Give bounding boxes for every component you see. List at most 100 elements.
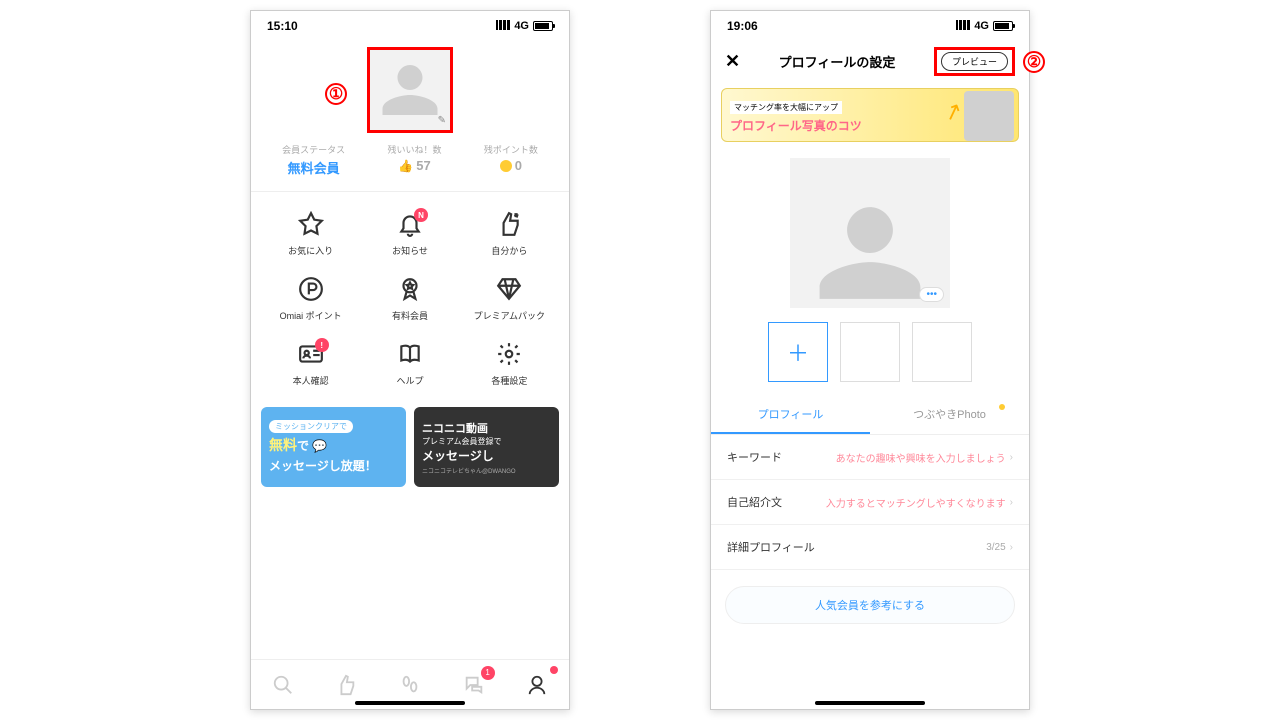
tab-chat[interactable]: 1 bbox=[461, 672, 487, 698]
banners: ミッションクリアで 無料で 💬 メッセージし放題！ ニコニコ動画 プレミアム会員… bbox=[251, 407, 569, 487]
annotation-2: ② bbox=[1023, 51, 1045, 73]
page-title: プロフィールの設定 bbox=[779, 52, 896, 71]
menu-label: 有料会員 bbox=[392, 309, 428, 322]
bell-icon: N bbox=[396, 210, 424, 238]
stat-label: 残ポイント数 bbox=[484, 143, 538, 156]
tab-tsubuyaki-photo[interactable]: つぶやきPhoto bbox=[870, 396, 1029, 434]
promo-title: プロフィール写真のコツ bbox=[730, 117, 862, 134]
menu-label: プレミアムパック bbox=[474, 309, 545, 322]
signal-icon bbox=[496, 20, 510, 33]
row-hint: あなたの趣味や興味を入力しましょう› bbox=[836, 450, 1013, 465]
photo-thumbnails: ＋ bbox=[711, 322, 1029, 382]
row-hint: 入力するとマッチングしやすくなります› bbox=[826, 495, 1013, 510]
banner2-t1: ニコニコ動画 bbox=[422, 420, 551, 436]
menu-fromme[interactable]: 自分から bbox=[460, 210, 559, 257]
menu-settings[interactable]: 各種設定 bbox=[460, 340, 559, 387]
promo-banner[interactable]: マッチング率を大幅にアップ プロフィール写真のコツ ↗ bbox=[721, 88, 1019, 142]
stat-label: 残いいね！数 bbox=[387, 143, 441, 156]
medal-icon bbox=[396, 275, 424, 303]
menu-label: Omiai ポイント bbox=[280, 309, 342, 322]
menu-label: ヘルプ bbox=[396, 374, 423, 387]
header: ✕ プロフィールの設定 プレビュー ② bbox=[711, 41, 1029, 82]
stat-membership[interactable]: 会員ステータス 無料会員 bbox=[282, 143, 345, 177]
tab-footprint[interactable] bbox=[397, 672, 423, 698]
signal-icon bbox=[956, 20, 970, 33]
status-bar: 19:06 4G bbox=[711, 11, 1029, 41]
promo-text: マッチング率を大幅にアップ プロフィール写真のコツ bbox=[730, 97, 862, 134]
banner2-small: ニコニコテレビちゃん@DWANGO bbox=[422, 466, 551, 475]
add-photo-button[interactable]: ＋ bbox=[768, 322, 828, 382]
row-intro[interactable]: 自己紹介文 入力するとマッチングしやすくなります› bbox=[711, 480, 1029, 525]
tab-profile[interactable]: プロフィール bbox=[711, 396, 870, 434]
menu-notifications[interactable]: N お知らせ bbox=[360, 210, 459, 257]
menu-label: お気に入り bbox=[288, 244, 333, 257]
avatar-silhouette-icon bbox=[815, 198, 925, 308]
mypage-dot bbox=[550, 666, 558, 674]
circle-p-icon bbox=[297, 275, 325, 303]
home-indicator bbox=[815, 701, 925, 705]
stat-points[interactable]: 残ポイント数 0 bbox=[484, 143, 538, 177]
tab-search[interactable] bbox=[270, 672, 296, 698]
network-label: 4G bbox=[974, 20, 989, 32]
banner2-t2: プレミアム会員登録で bbox=[422, 436, 551, 447]
row-label: キーワード bbox=[727, 449, 782, 465]
avatar-silhouette-icon bbox=[380, 60, 440, 120]
id-card-icon: ! bbox=[297, 340, 325, 368]
status-bar: 15:10 4G bbox=[251, 11, 569, 41]
preview-highlight: プレビュー bbox=[934, 47, 1015, 76]
badge-new: N bbox=[414, 208, 428, 222]
battery-icon bbox=[993, 21, 1013, 31]
star-icon bbox=[297, 210, 325, 238]
main-photo-slot[interactable]: ••• bbox=[790, 158, 950, 308]
preview-wrap: プレビュー ② bbox=[934, 47, 1015, 76]
row-keyword[interactable]: キーワード あなたの趣味や興味を入力しましょう› bbox=[711, 435, 1029, 480]
promo-subtitle: マッチング率を大幅にアップ bbox=[730, 101, 842, 114]
tab-likes[interactable] bbox=[333, 672, 359, 698]
coin-icon bbox=[500, 160, 512, 172]
chevron-right-icon: › bbox=[1010, 542, 1013, 553]
chat-badge: 1 bbox=[481, 666, 495, 680]
menu-label: 自分から bbox=[491, 244, 527, 257]
row-value: 3/25› bbox=[986, 542, 1013, 553]
stat-value: 0 bbox=[484, 158, 538, 173]
preview-button[interactable]: プレビュー bbox=[941, 52, 1008, 71]
menu-points[interactable]: Omiai ポイント bbox=[261, 275, 360, 322]
stat-label: 会員ステータス bbox=[282, 143, 345, 156]
row-label: 詳細プロフィール bbox=[727, 539, 815, 555]
row-detail-profile[interactable]: 詳細プロフィール 3/25› bbox=[711, 525, 1029, 570]
photo-slot-2[interactable] bbox=[840, 322, 900, 382]
row-label: 自己紹介文 bbox=[727, 494, 782, 510]
status-time: 15:10 bbox=[267, 19, 298, 33]
edit-pen-icon: ✎ bbox=[438, 115, 446, 126]
menu-label: 各種設定 bbox=[491, 374, 527, 387]
screen-profile-settings: 19:06 4G ✕ プロフィールの設定 プレビュー ② マッチング率を大幅にア… bbox=[710, 10, 1030, 710]
menu-label: お知らせ bbox=[392, 244, 428, 257]
menu-favorites[interactable]: お気に入り bbox=[261, 210, 360, 257]
stat-value: 無料会員 bbox=[282, 158, 345, 177]
menu-help[interactable]: ヘルプ bbox=[360, 340, 459, 387]
banner-text2: メッセージし放題！ bbox=[269, 457, 398, 474]
menu-identity[interactable]: ! 本人確認 bbox=[261, 340, 360, 387]
network-label: 4G bbox=[514, 20, 529, 32]
banner-text: 無料で 💬 bbox=[269, 435, 398, 455]
menu-premium[interactable]: プレミアムパック bbox=[460, 275, 559, 322]
tab-mypage[interactable] bbox=[524, 672, 550, 698]
more-button[interactable]: ••• bbox=[919, 287, 944, 302]
promo-image bbox=[964, 91, 1014, 141]
banner-niconico[interactable]: ニコニコ動画 プレミアム会員登録で メッセージし ニコニコテレビちゃん@DWAN… bbox=[414, 407, 559, 487]
badge-alert: ! bbox=[315, 338, 329, 352]
reference-popular-button[interactable]: 人気会員を参考にする bbox=[725, 586, 1015, 624]
photo-slot-3[interactable] bbox=[912, 322, 972, 382]
banner-mission[interactable]: ミッションクリアで 無料で 💬 メッセージし放題！ bbox=[261, 407, 406, 487]
menu-label: 本人確認 bbox=[293, 374, 329, 387]
menu-paid-member[interactable]: 有料会員 bbox=[360, 275, 459, 322]
chevron-right-icon: › bbox=[1010, 497, 1013, 508]
banner-pill: ミッションクリアで bbox=[269, 420, 353, 433]
status-right: 4G bbox=[956, 20, 1013, 33]
stat-value: 👍57 bbox=[387, 158, 441, 173]
close-button[interactable]: ✕ bbox=[725, 51, 740, 72]
stats-row: 会員ステータス 無料会員 残いいね！数 👍57 残ポイント数 0 bbox=[251, 143, 569, 177]
stat-likes[interactable]: 残いいね！数 👍57 bbox=[387, 143, 441, 177]
avatar-container: ① ✎ bbox=[251, 47, 569, 133]
avatar-edit-button[interactable]: ✎ bbox=[367, 47, 453, 133]
